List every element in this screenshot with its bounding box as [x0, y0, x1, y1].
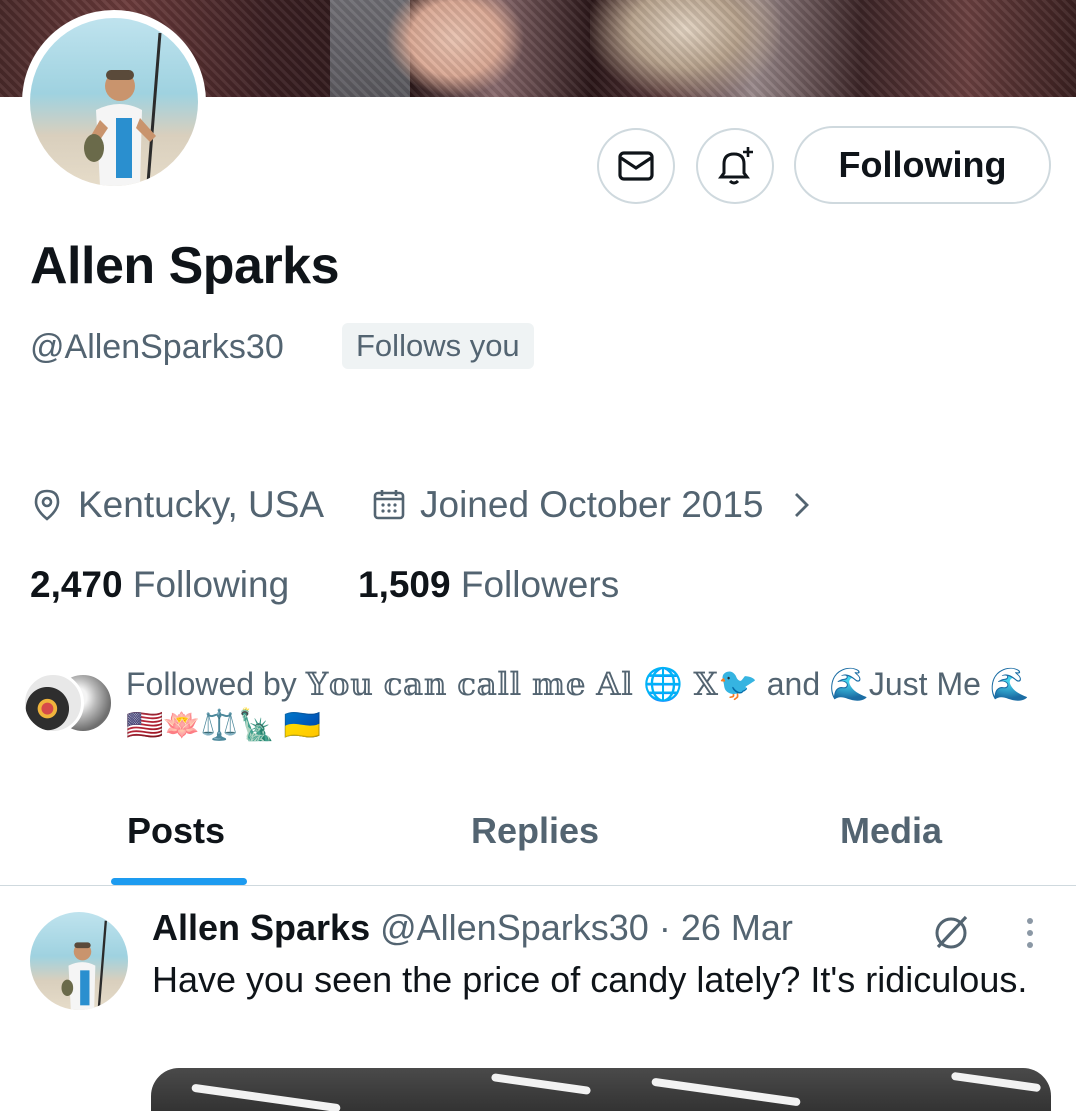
followed-by-emoji-line: 🇺🇸🪷⚖️🗽 🇺🇦 — [126, 709, 322, 742]
active-tab-indicator — [111, 878, 247, 885]
following-label: Following — [132, 564, 290, 605]
profile-avatar[interactable] — [22, 10, 206, 194]
media-light — [651, 1077, 801, 1107]
post-avatar[interactable] — [30, 912, 128, 1010]
avatar-figure — [84, 32, 162, 186]
joined-date[interactable]: Joined October 2015 — [372, 484, 834, 526]
post-date[interactable]: 26 Mar — [681, 907, 793, 948]
following-button[interactable]: Following — [794, 126, 1051, 204]
following-count: 2,470 — [30, 564, 123, 605]
chevron-right-icon — [794, 493, 809, 517]
tab-media[interactable]: Media — [840, 810, 942, 852]
profile-tabs: Posts Replies Media — [0, 790, 1076, 886]
location-pin-icon — [34, 489, 60, 521]
following-stat[interactable]: 2,470 Following — [30, 564, 289, 606]
media-light — [191, 1083, 341, 1111]
tab-replies[interactable]: Replies — [471, 810, 599, 852]
follower-avatar — [22, 672, 84, 734]
post-author-handle[interactable]: @AllenSparks30 — [380, 907, 649, 948]
follows-you-badge: Follows you — [342, 323, 534, 369]
followers-label: Followers — [460, 564, 620, 605]
notify-button[interactable] — [696, 128, 774, 204]
grok-button[interactable] — [930, 911, 972, 958]
mail-icon — [618, 151, 654, 181]
post-text: Have you seen the price of candy lately?… — [152, 959, 1028, 1000]
location: Kentucky, USA — [30, 484, 324, 526]
message-button[interactable] — [597, 128, 675, 204]
post-header: Allen Sparks @AllenSparks30 · 26 Mar — [152, 907, 793, 949]
more-vertical-icon — [1027, 918, 1033, 948]
media-light — [490, 1073, 592, 1095]
calendar-icon — [373, 490, 405, 520]
location-text: Kentucky, USA — [78, 484, 325, 525]
followed-by-avatars[interactable] — [22, 672, 114, 736]
followed-by-text[interactable]: Followed by 𝕐𝕠𝕦 𝕔𝕒𝕟 𝕔𝕒𝕝𝕝 𝕞𝕖 𝔸𝕝 🌐 𝕏🐦 and … — [126, 664, 1046, 704]
post-more-button[interactable] — [1020, 913, 1040, 958]
post-item[interactable]: Allen Sparks @AllenSparks30 · 26 Mar Hav… — [0, 887, 1076, 1111]
grok-icon — [935, 915, 968, 949]
followers-count: 1,509 — [358, 564, 451, 605]
avatar-figure — [61, 920, 107, 1010]
post-author-name[interactable]: Allen Sparks — [152, 907, 370, 948]
followers-stat[interactable]: 1,509 Followers — [358, 564, 619, 606]
followed-by-conjunction: and — [766, 666, 821, 702]
profile-handle: @AllenSparks30 — [30, 328, 284, 366]
joined-text: Joined October 2015 — [420, 484, 764, 525]
followed-by-prefix: Followed by — [126, 666, 297, 702]
post-separator: · — [658, 907, 671, 948]
followed-by-name-2: 🌊Just Me 🌊 — [829, 666, 1030, 702]
avatar-photo — [30, 18, 198, 186]
post-media-image[interactable] — [151, 1068, 1051, 1111]
display-name: Allen Sparks — [30, 237, 340, 295]
bell-plus-icon — [718, 147, 753, 185]
followed-by-name-1: 𝕐𝕠𝕦 𝕔𝕒𝕟 𝕔𝕒𝕝𝕝 𝕞𝕖 𝔸𝕝 🌐 𝕏🐦 — [305, 665, 758, 703]
media-light — [950, 1071, 1042, 1093]
tab-posts[interactable]: Posts — [127, 810, 225, 852]
